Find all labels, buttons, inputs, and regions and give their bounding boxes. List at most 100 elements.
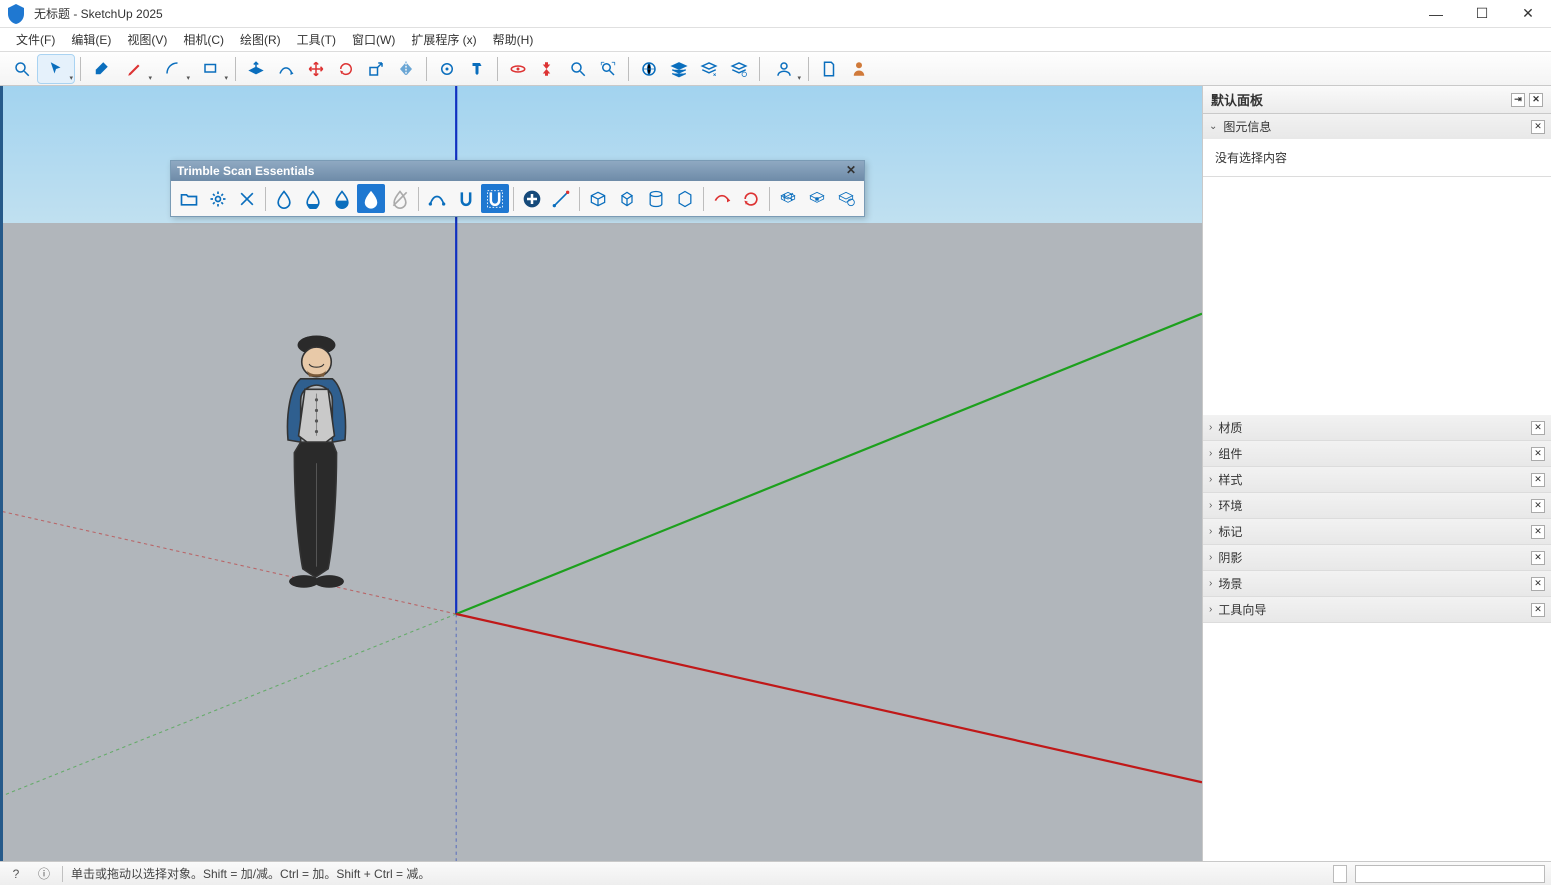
path-icon[interactable] [423, 184, 451, 213]
entity-info-content: 没有选择内容 [1203, 139, 1551, 176]
info-icon[interactable]: ⓘ [34, 864, 54, 884]
help-icon[interactable]: ? [6, 864, 26, 884]
menu-help[interactable]: 帮助(H) [485, 28, 542, 51]
panel-close-icon[interactable]: ✕ [1529, 93, 1543, 107]
move-icon[interactable] [302, 55, 330, 83]
menu-edit[interactable]: 编辑(E) [63, 28, 119, 51]
menu-file[interactable]: 文件(F) [8, 28, 63, 51]
rotate-icon[interactable] [332, 55, 360, 83]
section-close-icon[interactable]: ✕ [1531, 473, 1545, 487]
drop-quarter-icon[interactable] [299, 184, 327, 213]
grid2-icon[interactable] [803, 184, 831, 213]
titlebar: 无标题 - SketchUp 2025 — ☐ ✕ [0, 0, 1551, 28]
section-close-icon[interactable]: ✕ [1531, 421, 1545, 435]
magnet-icon[interactable] [452, 184, 480, 213]
pan-icon[interactable] [534, 55, 562, 83]
status-field-label [1333, 865, 1347, 883]
section-header[interactable]: › 标记 ✕ [1203, 519, 1551, 544]
cylinder-icon[interactable] [642, 184, 670, 213]
rotate-scan-icon[interactable] [737, 184, 765, 213]
section-阴影: › 阴影 ✕ [1203, 545, 1551, 571]
chevron-right-icon: › [1209, 422, 1212, 433]
section-close-icon[interactable]: ✕ [1531, 603, 1545, 617]
select-icon[interactable]: ▾ [38, 55, 74, 83]
menu-extensions[interactable]: 扩展程序 (x) [403, 28, 484, 51]
section-header[interactable]: › 样式 ✕ [1203, 467, 1551, 492]
drop-none-icon[interactable] [386, 184, 414, 213]
section-label: 阴影 [1218, 549, 1242, 566]
section-close-icon[interactable]: ✕ [1531, 551, 1545, 565]
menu-view[interactable]: 视图(V) [119, 28, 175, 51]
grid3-icon[interactable] [832, 184, 860, 213]
menu-camera[interactable]: 相机(C) [175, 28, 232, 51]
line-tool-icon[interactable] [547, 184, 575, 213]
zoom-icon[interactable] [564, 55, 592, 83]
section-close-icon[interactable]: ✕ [1531, 499, 1545, 513]
rectangle-icon[interactable]: ▾ [193, 55, 229, 83]
drop-outline-icon[interactable] [270, 184, 298, 213]
orbit-icon[interactable] [504, 55, 532, 83]
layers-a-icon[interactable] [665, 55, 693, 83]
section-header[interactable]: › 场景 ✕ [1203, 571, 1551, 596]
box-icon[interactable] [584, 184, 612, 213]
window-title: 无标题 - SketchUp 2025 [34, 5, 163, 22]
section-header[interactable]: › 环境 ✕ [1203, 493, 1551, 518]
close-x-icon[interactable] [233, 184, 261, 213]
grid-icon[interactable] [774, 184, 802, 213]
section-label: 工具向导 [1218, 601, 1266, 618]
section-header[interactable]: › 工具向导 ✕ [1203, 597, 1551, 622]
section-label: 样式 [1218, 471, 1242, 488]
menu-draw[interactable]: 绘图(R) [232, 28, 289, 51]
floating-toolbar[interactable]: Trimble Scan Essentials ✕ [170, 160, 865, 217]
layers-b-icon[interactable] [695, 55, 723, 83]
close-button[interactable]: ✕ [1505, 0, 1551, 28]
section-工具向导: › 工具向导 ✕ [1203, 597, 1551, 623]
scale-icon[interactable] [362, 55, 390, 83]
section-close-icon[interactable]: ✕ [1531, 525, 1545, 539]
drop-half-icon[interactable] [328, 184, 356, 213]
section-header[interactable]: › 阴影 ✕ [1203, 545, 1551, 570]
account-icon[interactable]: ▾ [766, 55, 802, 83]
person-icon[interactable] [845, 55, 873, 83]
maximize-button[interactable]: ☐ [1459, 0, 1505, 28]
section-close-icon[interactable]: ✕ [1531, 447, 1545, 461]
pushpull-icon[interactable] [242, 55, 270, 83]
zoom-extents-icon[interactable] [8, 55, 36, 83]
arc-icon[interactable]: ▾ [155, 55, 191, 83]
plus-circle-icon[interactable] [518, 184, 546, 213]
section-场景: › 场景 ✕ [1203, 571, 1551, 597]
section-label: 环境 [1218, 497, 1242, 514]
tape-icon[interactable] [433, 55, 461, 83]
measurements-input[interactable] [1355, 865, 1545, 883]
surface-icon[interactable] [708, 184, 736, 213]
flip-icon[interactable] [392, 55, 420, 83]
offset-icon[interactable] [272, 55, 300, 83]
minimize-button[interactable]: — [1413, 0, 1459, 28]
3dwarehouse-icon[interactable] [635, 55, 663, 83]
prism-icon[interactable] [613, 184, 641, 213]
pencil-icon[interactable]: ▾ [117, 55, 153, 83]
section-header[interactable]: › 材质 ✕ [1203, 415, 1551, 440]
menu-window[interactable]: 窗口(W) [344, 28, 403, 51]
magnet-select-icon[interactable] [481, 184, 509, 213]
zoom-window-icon[interactable] [594, 55, 622, 83]
newdoc-icon[interactable] [815, 55, 843, 83]
paint-icon[interactable] [463, 55, 491, 83]
hex-icon[interactable] [671, 184, 699, 213]
section-label: 材质 [1218, 419, 1242, 436]
layers-c-icon[interactable] [725, 55, 753, 83]
gear-icon[interactable] [204, 184, 232, 213]
drop-full-icon[interactable] [357, 184, 385, 213]
folder-icon[interactable] [175, 184, 203, 213]
eraser-icon[interactable] [87, 55, 115, 83]
menu-tools[interactable]: 工具(T) [289, 28, 344, 51]
panel-pin-icon[interactable]: ⇥ [1511, 93, 1525, 107]
section-header[interactable]: › 组件 ✕ [1203, 441, 1551, 466]
floating-toolbar-title[interactable]: Trimble Scan Essentials ✕ [171, 161, 864, 181]
section-close-icon[interactable]: ✕ [1531, 120, 1545, 134]
section-header-entity-info[interactable]: ⌄ 图元信息 ✕ [1203, 114, 1551, 139]
floating-toolbar-close[interactable]: ✕ [844, 164, 858, 178]
scale-figure[interactable] [269, 326, 364, 590]
viewport[interactable]: Trimble Scan Essentials ✕ [0, 86, 1202, 861]
section-close-icon[interactable]: ✕ [1531, 577, 1545, 591]
